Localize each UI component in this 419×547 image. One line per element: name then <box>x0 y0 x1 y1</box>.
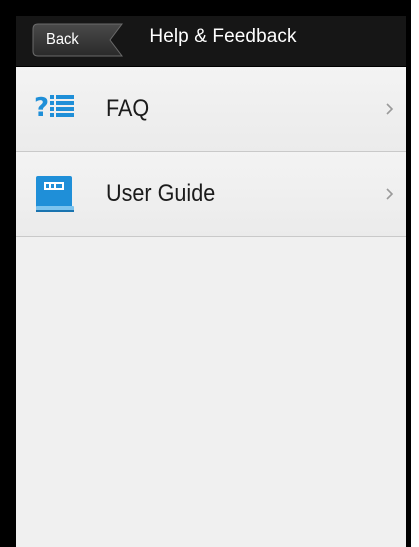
list-item-faq[interactable]: ? FAQ <box>16 67 406 152</box>
device-frame: Back Help & Feedback ? FAQ User Guide <box>0 0 411 547</box>
user-guide-book-icon <box>36 176 74 212</box>
faq-icon: ? <box>34 93 74 123</box>
svg-text:?: ? <box>34 93 49 123</box>
faq-label: FAQ <box>106 95 150 122</box>
chevron-right-icon <box>386 103 394 115</box>
title-bar: Back Help & Feedback <box>16 16 406 67</box>
user-guide-label: User Guide <box>106 180 216 207</box>
screen: Back Help & Feedback ? FAQ User Guide <box>16 16 406 547</box>
chevron-right-icon <box>386 188 394 200</box>
help-list: ? FAQ User Guide <box>16 67 406 237</box>
page-title: Help & Feedback <box>149 26 297 47</box>
list-item-user-guide[interactable]: User Guide <box>16 152 406 237</box>
